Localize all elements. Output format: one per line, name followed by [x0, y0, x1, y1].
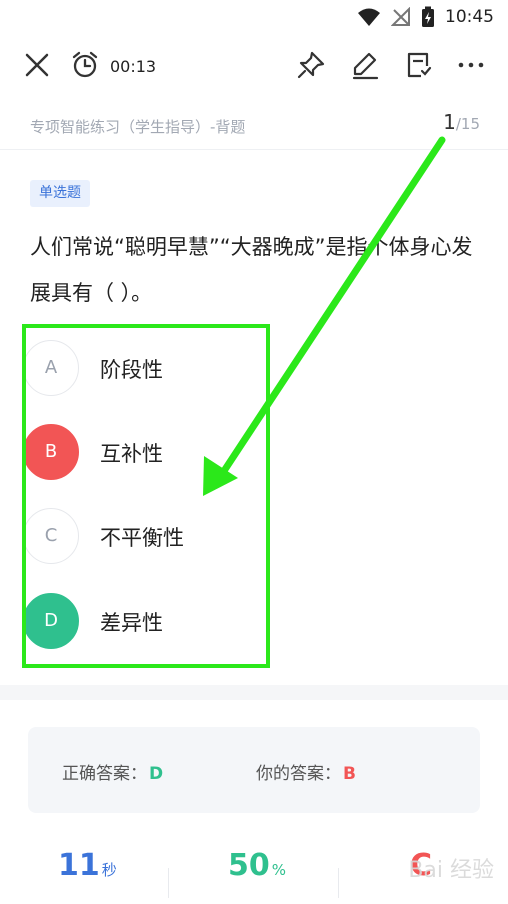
option-c[interactable]: C 不平衡性: [23, 508, 463, 566]
option-a[interactable]: A 阶段性: [23, 340, 463, 398]
question-card: 单选题 人们常说“聪明早慧”“大器晚成”是指个体身心发展具有（ ）。 A 阶段性…: [0, 150, 508, 685]
pin-icon[interactable]: [296, 50, 326, 80]
option-text: 阶段性: [100, 358, 163, 382]
stat-time-value: 11: [58, 848, 100, 883]
answer-panel: 正确答案： D 你的答案： B 11 秒 50% C Bai 经验: [0, 700, 508, 904]
stat-divider: [338, 868, 339, 898]
alarm-clock-icon[interactable]: [70, 50, 100, 80]
stat-accuracy-unit: %: [271, 861, 287, 879]
question-progress: 1/15: [443, 110, 480, 134]
correct-answer-label: 正确答案：: [62, 764, 147, 784]
stat-accuracy: 50%: [228, 848, 286, 883]
clock: 10:45: [445, 7, 494, 27]
no-signal-icon: [391, 7, 410, 26]
option-b[interactable]: B 互补性: [23, 424, 463, 482]
option-letter: D: [23, 593, 79, 649]
elapsed-timer: 00:13: [110, 57, 157, 76]
answer-summary: 正确答案： D 你的答案： B: [28, 727, 480, 813]
stat-accuracy-value: 50: [228, 848, 270, 883]
more-icon[interactable]: [456, 50, 486, 80]
option-d[interactable]: D 差异性: [23, 593, 463, 651]
edit-icon[interactable]: [350, 50, 380, 80]
option-letter: A: [23, 340, 79, 396]
stat-time-unit: 秒: [101, 861, 117, 879]
battery-charging-icon: [422, 6, 434, 27]
option-text: 不平衡性: [100, 526, 184, 550]
status-bar: 10:45: [0, 0, 508, 36]
your-answer: 你的答案： B: [256, 759, 356, 784]
your-answer-label: 你的答案：: [256, 764, 341, 784]
toolbar: 00:13: [0, 36, 508, 98]
option-text: 差异性: [100, 611, 163, 635]
current-question-number: 1: [443, 110, 456, 134]
your-answer-value: B: [343, 764, 356, 784]
close-icon[interactable]: [22, 50, 52, 80]
wifi-icon: [358, 8, 380, 26]
practice-title: 专项智能练习（学生指导）-背题: [30, 118, 246, 136]
option-text: 互补性: [100, 442, 163, 466]
watermark: Bai 经验: [408, 858, 494, 883]
option-letter: C: [23, 508, 79, 564]
option-letter: B: [23, 424, 79, 480]
correct-answer-value: D: [149, 764, 164, 784]
question-type-badge: 单选题: [30, 180, 90, 207]
stat-time: 11 秒: [58, 848, 117, 883]
stat-divider: [168, 868, 169, 898]
practice-title-bar: 专项智能练习（学生指导）-背题 1/15: [0, 98, 508, 150]
total-question-count: /15: [455, 115, 480, 133]
question-text: 人们常说“聪明早慧”“大器晚成”是指个体身心发展具有（ ）。: [30, 235, 473, 305]
note-icon[interactable]: [403, 50, 433, 80]
correct-answer: 正确答案： D: [62, 759, 163, 784]
